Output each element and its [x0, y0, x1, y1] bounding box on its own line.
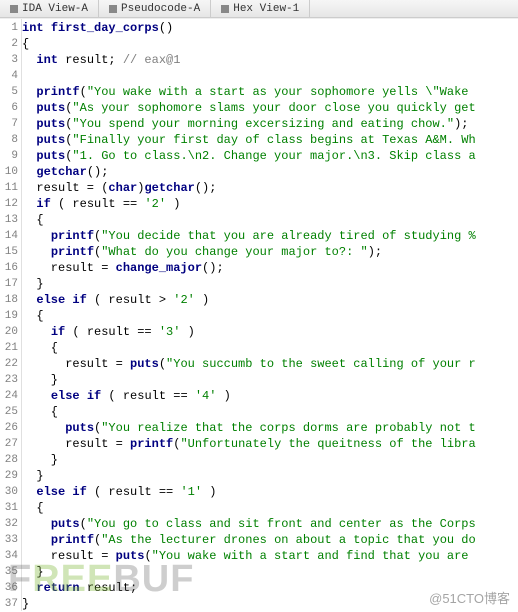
line-number: 5	[0, 84, 18, 100]
code-line[interactable]: }	[22, 596, 518, 611]
code-line[interactable]: }	[22, 452, 518, 468]
code-line[interactable]: }	[22, 564, 518, 580]
code-line[interactable]: printf("You decide that you are already …	[22, 228, 518, 244]
tab-ida-view[interactable]: IDA View-A	[0, 0, 99, 17]
code-line[interactable]: result = puts("You wake with a start and…	[22, 548, 518, 564]
line-number: 21	[0, 340, 18, 356]
code-line[interactable]: {	[22, 308, 518, 324]
line-number: 18	[0, 292, 18, 308]
line-number: 17	[0, 276, 18, 292]
code-line[interactable]: }	[22, 276, 518, 292]
tab-label: Hex View-1	[233, 3, 299, 15]
tab-label: IDA View-A	[22, 3, 88, 15]
tab-icon	[10, 5, 18, 13]
code-line[interactable]: puts("As your sophomore slams your door …	[22, 100, 518, 116]
line-number: 34	[0, 548, 18, 564]
line-number: 20	[0, 324, 18, 340]
tab-pseudocode[interactable]: Pseudocode-A	[99, 0, 211, 17]
code-editor[interactable]: 1234567891011121314151617181920212223242…	[0, 18, 518, 611]
line-number: 19	[0, 308, 18, 324]
code-line[interactable]: if ( result == '2' )	[22, 196, 518, 212]
code-line[interactable]: puts("1. Go to class.\n2. Change your ma…	[22, 148, 518, 164]
line-number: 37	[0, 596, 18, 612]
code-line[interactable]: {	[22, 340, 518, 356]
code-line[interactable]: puts("You go to class and sit front and …	[22, 516, 518, 532]
code-line[interactable]: {	[22, 500, 518, 516]
line-number: 13	[0, 212, 18, 228]
tab-bar: IDA View-A Pseudocode-A Hex View-1	[0, 0, 518, 18]
line-number: 16	[0, 260, 18, 276]
line-number: 27	[0, 436, 18, 452]
line-number: 1	[0, 20, 18, 36]
line-number: 9	[0, 148, 18, 164]
code-line[interactable]: if ( result == '3' )	[22, 324, 518, 340]
line-number: 31	[0, 500, 18, 516]
line-number: 10	[0, 164, 18, 180]
line-number: 33	[0, 532, 18, 548]
code-line[interactable]: else if ( result == '4' )	[22, 388, 518, 404]
code-area[interactable]: int first_day_corps(){ int result; // ea…	[22, 19, 518, 611]
line-number: 30	[0, 484, 18, 500]
code-line[interactable]: getchar();	[22, 164, 518, 180]
code-line[interactable]: {	[22, 212, 518, 228]
line-number: 6	[0, 100, 18, 116]
line-number: 7	[0, 116, 18, 132]
code-line[interactable]: puts("You realize that the corps dorms a…	[22, 420, 518, 436]
code-line[interactable]: puts("You spend your morning excersizing…	[22, 116, 518, 132]
code-line[interactable]: result = puts("You succumb to the sweet …	[22, 356, 518, 372]
line-number: 28	[0, 452, 18, 468]
code-line[interactable]: }	[22, 372, 518, 388]
code-line[interactable]: int result; // eax@1	[22, 52, 518, 68]
code-line[interactable]: int first_day_corps()	[22, 20, 518, 36]
line-number: 4	[0, 68, 18, 84]
code-line[interactable]: else if ( result == '1' )	[22, 484, 518, 500]
tab-label: Pseudocode-A	[121, 3, 200, 15]
line-number: 8	[0, 132, 18, 148]
code-line[interactable]: {	[22, 36, 518, 52]
line-number: 23	[0, 372, 18, 388]
code-line[interactable]: }	[22, 468, 518, 484]
line-number: 24	[0, 388, 18, 404]
line-number: 22	[0, 356, 18, 372]
line-number: 2	[0, 36, 18, 52]
code-line[interactable]: printf("What do you change your major to…	[22, 244, 518, 260]
code-line[interactable]: result = (char)getchar();	[22, 180, 518, 196]
line-number: 11	[0, 180, 18, 196]
line-number-gutter: 1234567891011121314151617181920212223242…	[0, 19, 22, 611]
line-number: 12	[0, 196, 18, 212]
line-number: 14	[0, 228, 18, 244]
tab-hex-view[interactable]: Hex View-1	[211, 0, 310, 17]
line-number: 26	[0, 420, 18, 436]
code-line[interactable]: printf("As the lecturer drones on about …	[22, 532, 518, 548]
line-number: 36	[0, 580, 18, 596]
line-number: 3	[0, 52, 18, 68]
code-line[interactable]	[22, 68, 518, 84]
code-line[interactable]: else if ( result > '2' )	[22, 292, 518, 308]
line-number: 32	[0, 516, 18, 532]
code-line[interactable]: return result;	[22, 580, 518, 596]
line-number: 35	[0, 564, 18, 580]
code-line[interactable]: printf("You wake with a start as your so…	[22, 84, 518, 100]
code-line[interactable]: {	[22, 404, 518, 420]
line-number: 15	[0, 244, 18, 260]
tab-icon	[109, 5, 117, 13]
code-line[interactable]: result = printf("Unfortunately the queit…	[22, 436, 518, 452]
line-number: 25	[0, 404, 18, 420]
code-line[interactable]: puts("Finally your first day of class be…	[22, 132, 518, 148]
line-number: 29	[0, 468, 18, 484]
tab-icon	[221, 5, 229, 13]
code-line[interactable]: result = change_major();	[22, 260, 518, 276]
